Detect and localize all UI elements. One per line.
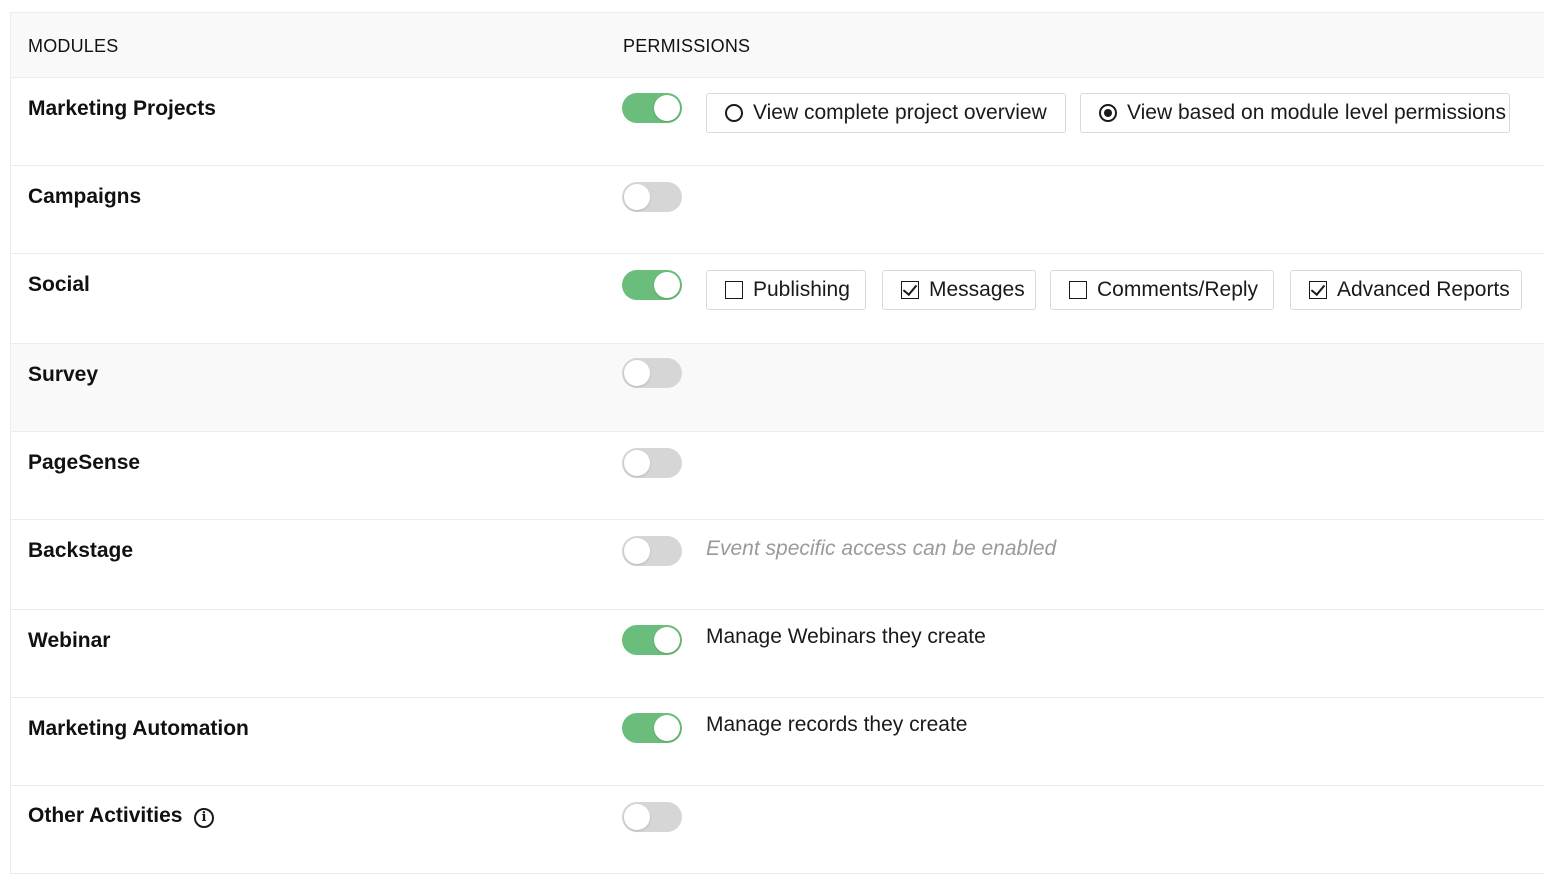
row-marketing-projects: Marketing Projects View complete project… [11, 78, 1544, 166]
row-pagesense: PageSense [11, 432, 1544, 520]
backstage-note: Event specific access can be enabled [706, 537, 1057, 560]
row-marketing-automation: Marketing Automation Manage records they… [11, 698, 1544, 786]
module-name: Backstage [28, 539, 134, 562]
option-view-complete-project-overview[interactable]: View complete project overview [706, 93, 1066, 133]
row-webinar: Webinar Manage Webinars they create [11, 610, 1544, 698]
other-activities-toggle[interactable] [622, 802, 682, 832]
module-name: Campaigns [28, 185, 142, 208]
marketing-automation-note: Manage records they create [706, 713, 968, 736]
option-label: Messages [929, 278, 1025, 301]
modules-column-header: MODULES [28, 36, 119, 56]
option-messages[interactable]: Messages [882, 270, 1036, 310]
module-name: Marketing Automation [28, 717, 249, 740]
backstage-toggle[interactable] [622, 536, 682, 566]
module-name: Webinar [28, 629, 111, 652]
webinar-note: Manage Webinars they create [706, 625, 986, 648]
checkbox-icon [1069, 281, 1087, 299]
option-label: View complete project overview [753, 101, 1047, 124]
module-name: Survey [28, 363, 99, 386]
toggle-knob [624, 184, 650, 210]
webinar-toggle[interactable] [622, 625, 682, 655]
option-label: View based on module level permissions [1127, 101, 1506, 124]
info-icon[interactable]: i [194, 808, 214, 828]
module-name: Social [28, 273, 90, 296]
radio-icon [725, 104, 743, 122]
checkbox-icon [901, 281, 919, 299]
marketing-automation-toggle[interactable] [622, 713, 682, 743]
row-other-activities: Other Activities i [11, 786, 1544, 874]
option-advanced-reports[interactable]: Advanced Reports [1290, 270, 1522, 310]
option-comments-reply[interactable]: Comments/Reply [1050, 270, 1274, 310]
row-backstage: Backstage Event specific access can be e… [11, 520, 1544, 610]
toggle-knob [624, 804, 650, 830]
permissions-table: MODULES PERMISSIONS Marketing Projects V… [10, 12, 1544, 874]
toggle-knob [654, 627, 680, 653]
marketing-projects-toggle[interactable] [622, 93, 682, 123]
module-name: Marketing Projects [28, 97, 216, 120]
option-view-module-level-permissions[interactable]: View based on module level permissions [1080, 93, 1510, 133]
checkbox-icon [725, 281, 743, 299]
option-label: Comments/Reply [1097, 278, 1259, 301]
toggle-knob [624, 450, 650, 476]
module-name: Other Activities [28, 804, 183, 827]
option-label: Advanced Reports [1337, 278, 1510, 301]
option-publishing[interactable]: Publishing [706, 270, 866, 310]
row-campaigns: Campaigns [11, 166, 1544, 254]
checkbox-icon [1309, 281, 1327, 299]
permissions-column-header: PERMISSIONS [623, 36, 751, 56]
row-social: Social Publishing Messages Comments/Repl… [11, 254, 1544, 344]
option-label: Publishing [753, 278, 850, 301]
toggle-knob [624, 360, 650, 386]
pagesense-toggle[interactable] [622, 448, 682, 478]
table-header: MODULES PERMISSIONS [11, 13, 1544, 78]
survey-toggle[interactable] [622, 358, 682, 388]
social-toggle[interactable] [622, 270, 682, 300]
campaigns-toggle[interactable] [622, 182, 682, 212]
toggle-knob [654, 272, 680, 298]
toggle-knob [654, 715, 680, 741]
toggle-knob [654, 95, 680, 121]
row-survey: Survey [11, 344, 1544, 432]
toggle-knob [624, 538, 650, 564]
radio-icon [1099, 104, 1117, 122]
module-name: PageSense [28, 451, 141, 474]
